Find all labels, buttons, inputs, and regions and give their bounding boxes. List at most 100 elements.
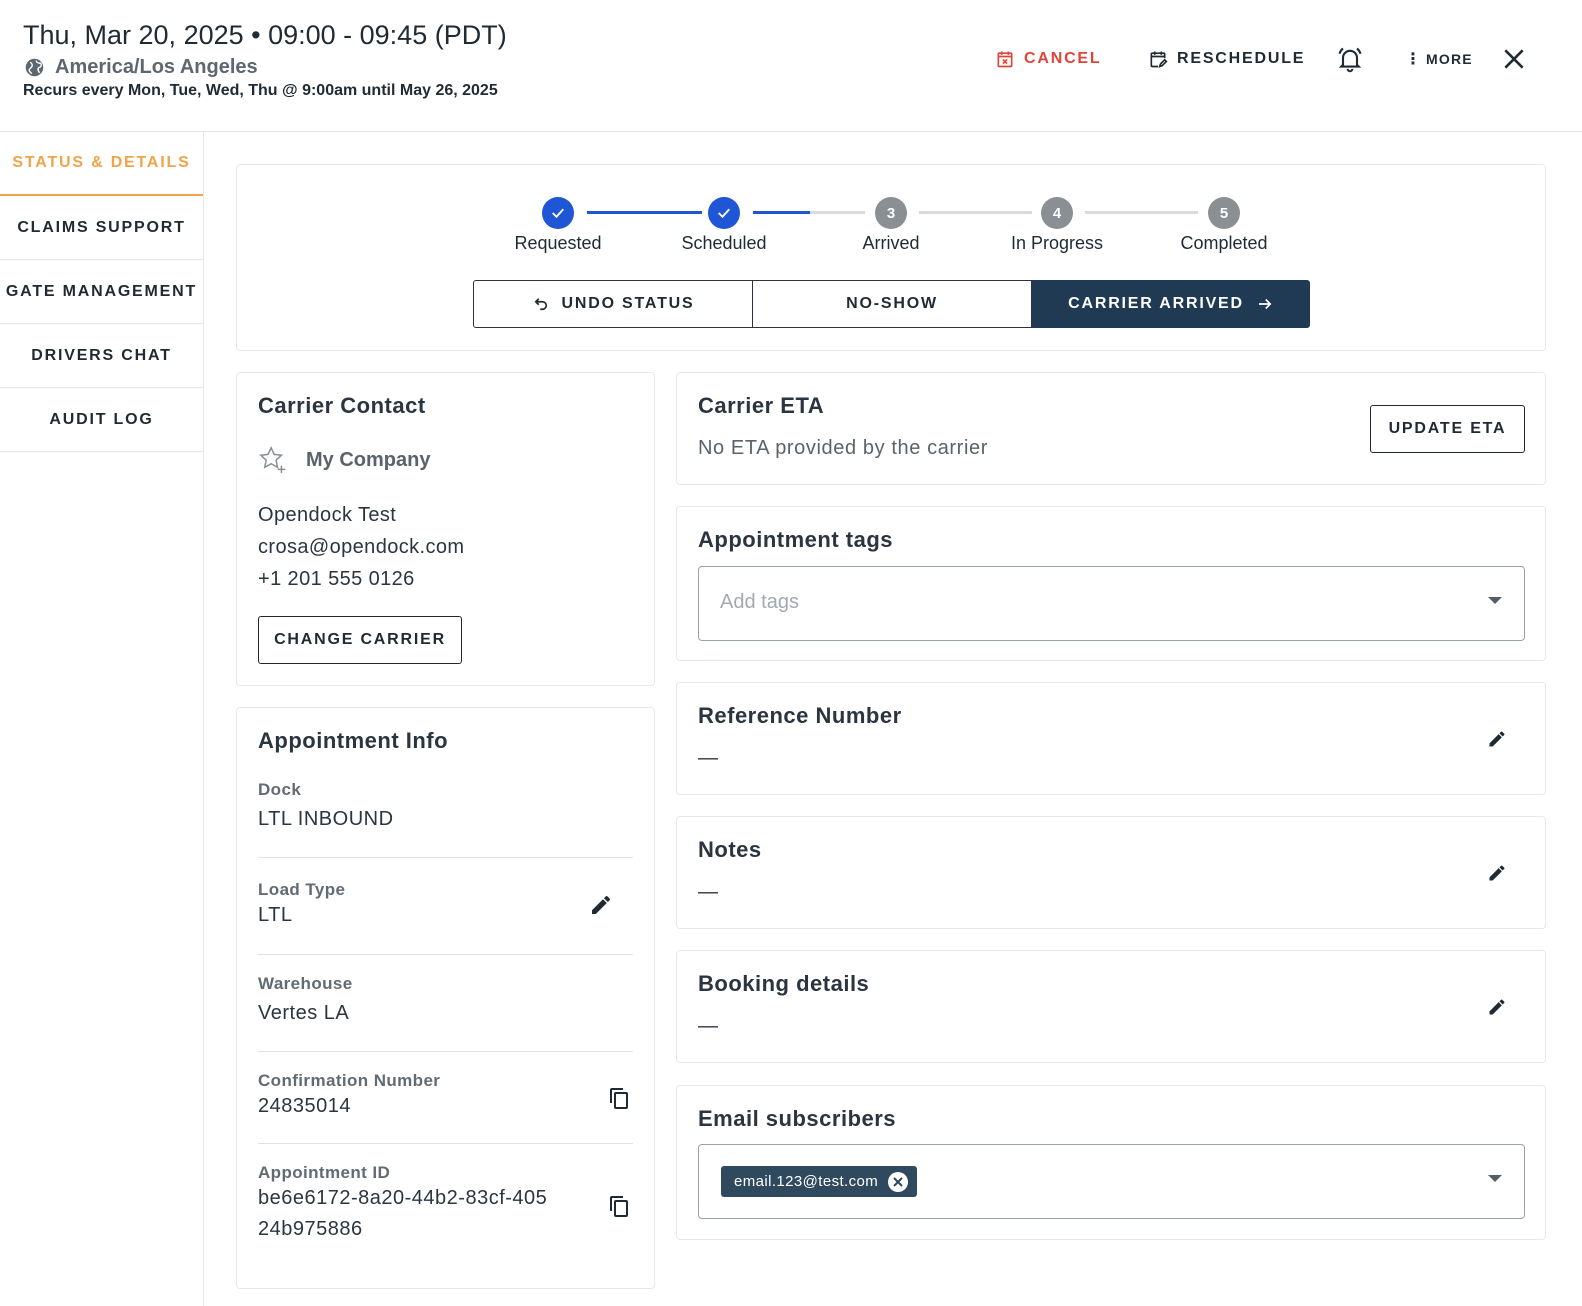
booking-details-card: Booking details — bbox=[676, 950, 1546, 1063]
calendar-x-icon bbox=[997, 51, 1013, 68]
email-subscribers-select[interactable]: email.123@test.com bbox=[698, 1144, 1525, 1219]
edit-load-type-button[interactable] bbox=[587, 891, 615, 919]
booking-details-title: Booking details bbox=[698, 971, 870, 996]
appointment-id-label: Appointment ID bbox=[258, 1163, 391, 1182]
edit-reference-number-button[interactable] bbox=[1483, 725, 1511, 753]
step-scheduled-label: Scheduled bbox=[681, 233, 767, 253]
reference-number-title: Reference Number bbox=[698, 703, 902, 728]
undo-status-button[interactable]: UNDO STATUS bbox=[473, 280, 753, 328]
copy-icon bbox=[610, 1088, 628, 1109]
booking-details-value: — bbox=[698, 1015, 718, 1037]
sidebar-item-drivers-chat[interactable]: DRIVERS CHAT bbox=[0, 324, 203, 388]
change-carrier-button[interactable]: CHANGE CARRIER bbox=[258, 616, 462, 664]
undo-icon bbox=[534, 298, 547, 311]
close-button[interactable] bbox=[1500, 44, 1528, 74]
dock-value: LTL INBOUND bbox=[258, 808, 394, 830]
carrier-eta-title: Carrier ETA bbox=[698, 393, 825, 418]
copy-icon bbox=[610, 1196, 628, 1217]
edit-booking-details-button[interactable] bbox=[1483, 993, 1511, 1021]
pencil-icon bbox=[1489, 999, 1505, 1015]
contact-phone: +1 201 555 0126 bbox=[258, 568, 415, 590]
email-chip-label: email.123@test.com bbox=[734, 1173, 879, 1190]
step-scheduled-check-icon bbox=[708, 197, 740, 229]
dock-field: Dock LTL INBOUND bbox=[258, 780, 633, 835]
appointment-info-title: Appointment Info bbox=[258, 728, 449, 753]
no-show-button[interactable]: NO-SHOW bbox=[753, 280, 1032, 328]
email-subscribers-title: Email subscribers bbox=[698, 1106, 897, 1131]
appointment-tags-title: Appointment tags bbox=[698, 527, 893, 552]
step-requested-label: Requested bbox=[514, 233, 602, 253]
reschedule-button[interactable]: RESCHEDULE bbox=[1148, 44, 1305, 74]
timezone-label: America/Los Angeles bbox=[55, 56, 258, 78]
appointment-id-field: Appointment ID be6e6172-8a20-44b2-83cf-4… bbox=[258, 1163, 633, 1245]
company-row: My Company bbox=[258, 445, 430, 475]
carrier-eta-text: No ETA provided by the carrier bbox=[698, 437, 988, 459]
sidebar-nav: STATUS & DETAILS CLAIMS SUPPORT GATE MAN… bbox=[0, 132, 204, 1306]
copy-appointment-id-button[interactable] bbox=[605, 1193, 633, 1221]
tags-select[interactable]: Add tags bbox=[698, 566, 1525, 641]
sidebar-item-claims-support[interactable]: CLAIMS SUPPORT bbox=[0, 196, 203, 260]
arrow-right-icon bbox=[1258, 298, 1272, 310]
notes-card: Notes — bbox=[676, 816, 1546, 929]
contact-name: Opendock Test bbox=[258, 504, 397, 526]
status-button-group: UNDO STATUS NO-SHOW CARRIER ARRIVED bbox=[473, 280, 1310, 328]
more-label: MORE bbox=[1426, 51, 1473, 67]
close-icon bbox=[893, 1176, 903, 1187]
confirmation-label: Confirmation Number bbox=[258, 1071, 441, 1090]
carrier-arrived-label: CARRIER ARRIVED bbox=[1068, 295, 1244, 312]
pencil-icon bbox=[1489, 731, 1505, 747]
more-vert-icon: ⋮ bbox=[1405, 51, 1421, 68]
warehouse-value: Vertes LA bbox=[258, 1002, 350, 1024]
email-chip: email.123@test.com bbox=[721, 1166, 918, 1197]
sidebar-item-gate-management[interactable]: GATE MANAGEMENT bbox=[0, 260, 203, 324]
notifications-button[interactable] bbox=[1336, 44, 1364, 74]
step-completed-label: Completed bbox=[1180, 233, 1268, 253]
load-type-value: LTL bbox=[258, 904, 293, 926]
load-type-field: Load Type LTL bbox=[258, 880, 633, 931]
step-in-progress-number: 4 bbox=[1041, 197, 1073, 229]
appointment-datetime: Thu, Mar 20, 2025 • 09:00 - 09:45 (PDT) bbox=[23, 20, 507, 50]
update-eta-button[interactable]: UPDATE ETA bbox=[1370, 405, 1525, 453]
timezone-row: America/Los Angeles bbox=[24, 56, 258, 79]
calendar-edit-icon bbox=[1150, 51, 1168, 68]
chevron-down-icon bbox=[1488, 597, 1502, 604]
appointment-header: Thu, Mar 20, 2025 • 09:00 - 09:45 (PDT) … bbox=[0, 0, 1582, 132]
warehouse-label: Warehouse bbox=[258, 974, 353, 993]
notes-title: Notes bbox=[698, 837, 762, 862]
step-arrived-label: Arrived bbox=[862, 233, 920, 253]
recurrence-text: Recurs every Mon, Tue, Wed, Thu @ 9:00am… bbox=[23, 82, 498, 99]
status-stepper: Requested Scheduled 3 Arrived 4 In Progr… bbox=[237, 165, 1545, 265]
contact-email: crosa@opendock.com bbox=[258, 536, 465, 558]
confirmation-value: 24835014 bbox=[258, 1095, 351, 1117]
carrier-contact-card: Carrier Contact My Company Opendock Test… bbox=[236, 372, 655, 686]
confirmation-field: Confirmation Number 24835014 bbox=[258, 1071, 633, 1122]
bell-icon bbox=[1338, 47, 1362, 73]
edit-notes-button[interactable] bbox=[1483, 859, 1511, 887]
warehouse-field: Warehouse Vertes LA bbox=[258, 974, 633, 1029]
carrier-contact-title: Carrier Contact bbox=[258, 393, 426, 418]
remove-email-button[interactable] bbox=[888, 1171, 909, 1192]
divider bbox=[258, 954, 633, 955]
divider bbox=[258, 857, 633, 858]
step-connector bbox=[1085, 211, 1198, 214]
step-in-progress-label: In Progress bbox=[1010, 233, 1104, 253]
tags-placeholder: Add tags bbox=[720, 591, 799, 613]
carrier-arrived-button[interactable]: CARRIER ARRIVED bbox=[1032, 280, 1310, 328]
load-type-label: Load Type bbox=[258, 880, 346, 899]
pencil-icon bbox=[1489, 865, 1505, 881]
pencil-icon bbox=[592, 896, 610, 914]
step-arrived-number: 3 bbox=[875, 197, 907, 229]
company-name: My Company bbox=[306, 448, 431, 471]
step-connector bbox=[587, 211, 702, 214]
copy-confirmation-button[interactable] bbox=[605, 1085, 633, 1113]
sidebar-item-status-details[interactable]: STATUS & DETAILS bbox=[0, 132, 203, 196]
sidebar-item-audit-log[interactable]: AUDIT LOG bbox=[0, 388, 203, 452]
cancel-button[interactable]: CANCEL bbox=[995, 44, 1101, 74]
appointment-tags-card: Appointment tags Add tags bbox=[676, 506, 1546, 661]
email-subscribers-card: Email subscribers email.123@test.com bbox=[676, 1085, 1546, 1240]
step-connector bbox=[810, 211, 865, 214]
star-add-icon bbox=[259, 446, 286, 474]
more-button[interactable]: ⋮ MORE bbox=[1405, 44, 1473, 74]
close-icon bbox=[1504, 49, 1524, 69]
status-card: Requested Scheduled 3 Arrived 4 In Progr… bbox=[236, 164, 1546, 351]
